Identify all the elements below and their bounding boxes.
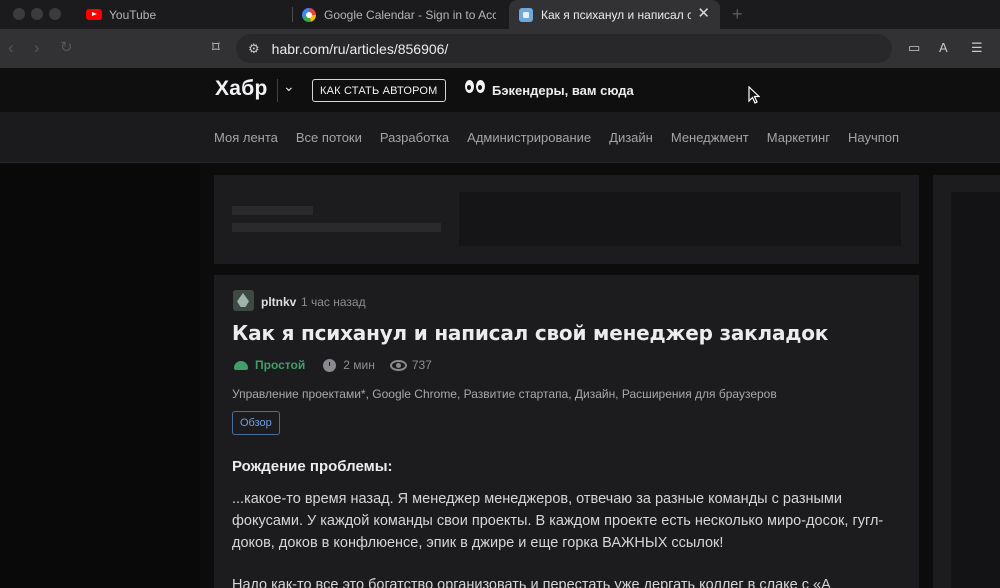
chevron-down-icon[interactable]: ⌄ [283, 78, 295, 95]
skeleton-block [459, 192, 901, 246]
page-margin [0, 164, 200, 588]
bookmark-icon[interactable]: ⌑ [212, 38, 220, 56]
views-count: 737 [411, 358, 432, 372]
tab-title: Google Calendar - Sign in to Acce [324, 7, 496, 22]
browser-tab-strip: YouTube Google Calendar - Sign in to Acc… [0, 0, 1000, 29]
habr-favicon-icon [519, 7, 533, 22]
reload-button[interactable]: ↻ [60, 37, 73, 59]
avatar[interactable] [233, 290, 254, 311]
nav-item-development[interactable]: Разработка [380, 130, 449, 145]
nav-item-design[interactable]: Дизайн [609, 130, 653, 145]
section-heading: Рождение проблемы: [232, 458, 393, 475]
forward-button[interactable]: › [34, 37, 40, 59]
reader-mode-icon[interactable]: ☰ [971, 40, 983, 56]
sidebar-skeleton [951, 192, 1000, 588]
browser-toolbar: ‹ › ↻ ⌑ ⚙ habr.com/ru/articles/856906/ ▭… [0, 29, 1000, 68]
nav-item-all-flows[interactable]: Все потоки [296, 130, 362, 145]
close-window-button[interactable] [13, 8, 25, 20]
nav-item-popsci[interactable]: Научпоп [848, 130, 899, 145]
tab-title: Как я психанул и написал св [541, 7, 691, 22]
become-author-button[interactable]: КАК СТАТЬ АВТОРОМ [312, 79, 446, 102]
difficulty-icon [234, 360, 248, 370]
site-settings-icon[interactable]: ⚙ [248, 41, 260, 57]
habr-header: Хабр ⌄ КАК СТАТЬ АВТОРОМ Бэкендеры, вам … [0, 68, 1000, 112]
article-title[interactable]: Как я психанул и написал свой менеджер з… [232, 321, 828, 345]
author-name[interactable]: pltnkv [261, 295, 296, 309]
article-tag[interactable]: Обзор [232, 411, 280, 435]
skeleton-line [232, 206, 313, 215]
clock-icon [323, 358, 337, 372]
read-time: 2 мин [343, 358, 375, 372]
tab-google-calendar[interactable]: Google Calendar - Sign in to Acce [302, 0, 496, 29]
nav-item-management[interactable]: Менеджмент [671, 130, 749, 145]
google-icon [302, 7, 316, 22]
nav-item-marketing[interactable]: Маркетинг [767, 130, 830, 145]
translate-icon[interactable]: A [939, 40, 948, 55]
back-button[interactable]: ‹ [8, 37, 14, 59]
tab-habr-article[interactable]: Как я психанул и написал св ✕ [509, 0, 720, 29]
tab-separator [292, 7, 293, 22]
article-paragraph: ...какое-то время назад. Я менеджер мене… [232, 491, 884, 551]
promo-link[interactable]: Бэкендеры, вам сюда [492, 83, 634, 98]
publish-time: 1 час назад [301, 295, 366, 309]
nav-item-administration[interactable]: Администрирование [467, 130, 591, 145]
eyes-icon [465, 80, 485, 93]
article-meta: Простой 2 мин 737 [234, 358, 432, 372]
zoom-window-button[interactable] [49, 8, 61, 20]
tab-title: YouTube [109, 7, 157, 22]
views-icon [389, 359, 407, 371]
youtube-icon [86, 9, 102, 20]
habr-logo[interactable]: Хабр [215, 77, 268, 101]
close-tab-icon[interactable]: ✕ [697, 6, 710, 22]
nav-item-my-feed[interactable]: Моя лента [214, 130, 278, 145]
skeleton-line [232, 223, 441, 232]
address-bar[interactable]: ⚙ habr.com/ru/articles/856906/ [236, 34, 892, 63]
tab-youtube[interactable]: YouTube [86, 0, 286, 29]
minimize-window-button[interactable] [31, 8, 43, 20]
habr-nav-bar: Моя лента Все потоки Разработка Админист… [0, 112, 1000, 163]
new-tab-button[interactable]: + [732, 4, 743, 24]
cast-icon[interactable]: ▭ [908, 40, 920, 56]
article-paragraph: Надо как-то все это богатство организова… [232, 577, 831, 588]
difficulty-label: Простой [255, 358, 306, 372]
article-hubs[interactable]: Управление проектами*, Google Chrome, Ра… [232, 387, 777, 401]
url-text: habr.com/ru/articles/856906/ [271, 40, 449, 57]
divider [277, 79, 278, 102]
mouse-cursor-icon [748, 86, 760, 104]
